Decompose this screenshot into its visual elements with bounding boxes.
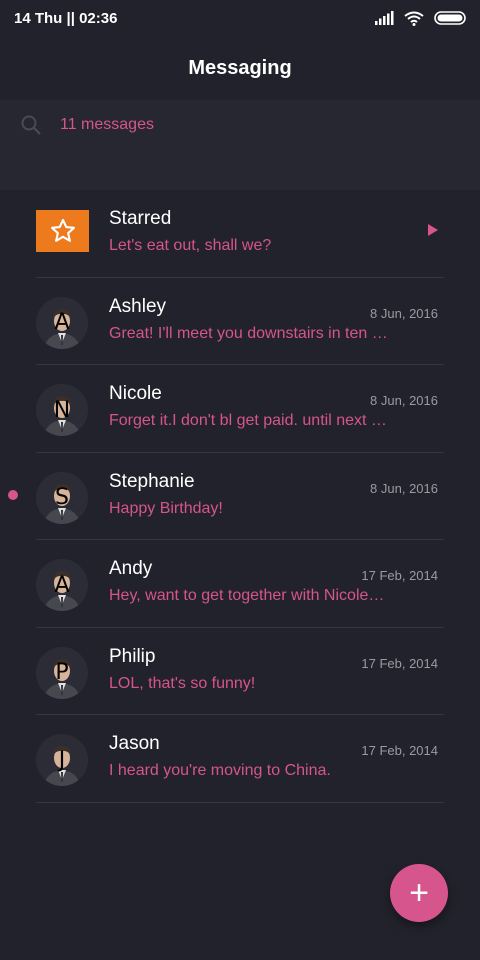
message-date: 8 Jun, 2016 <box>370 480 438 496</box>
conversation-row[interactable]: J Jason 17 Feb, 2014 I heard you're movi… <box>36 715 444 803</box>
status-time: 14 Thu || 02:36 <box>14 9 118 27</box>
starred-badge <box>36 210 89 252</box>
contact-name: Andy <box>109 558 153 579</box>
avatar-initial: P <box>55 660 69 685</box>
search-area[interactable]: 11 messages <box>0 100 480 190</box>
contact-name: Nicole <box>109 383 162 404</box>
page-title: Messaging <box>188 56 292 79</box>
conversation-row[interactable]: N Nicole 8 Jun, 2016 Forget it.I don't b… <box>36 365 444 453</box>
signal-icon <box>375 11 394 25</box>
new-message-button[interactable]: + <box>390 864 448 922</box>
conversation-row[interactable]: S Stephanie 8 Jun, 2016 Happy Birthday! <box>8 453 444 540</box>
search-icon[interactable] <box>20 114 42 136</box>
app-bar: Messaging <box>0 36 480 100</box>
message-preview: LOL, that's so funny! <box>109 674 256 692</box>
status-bar: 14 Thu || 02:36 <box>0 0 480 36</box>
avatar: P <box>36 646 88 699</box>
message-count: 11 messages <box>60 116 154 133</box>
message-date: 8 Jun, 2016 <box>370 393 438 408</box>
message-date: 17 Feb, 2014 <box>361 568 438 583</box>
starred-title: Starred <box>109 208 172 229</box>
message-preview: Forget it.I don't bl get paid. until nex… <box>109 412 387 429</box>
avatar: S <box>36 471 88 524</box>
message-date: 17 Feb, 2014 <box>361 743 438 758</box>
unread-indicator <box>8 489 18 500</box>
avatar: J <box>36 734 88 786</box>
message-date: 8 Jun, 2016 <box>370 305 438 321</box>
avatar: A <box>36 559 88 611</box>
conversation-list: Starred Let's eat out, shall we? A Ashle… <box>0 190 480 803</box>
plus-icon: + <box>409 873 429 912</box>
avatar: A <box>36 296 88 349</box>
message-preview: Hey, want to get together with Nicole… <box>109 587 385 604</box>
starred-preview: Let's eat out, shall we? <box>109 237 272 254</box>
avatar-initial: S <box>55 485 69 510</box>
contact-name: Ashley <box>109 295 167 317</box>
avatar-initial: A <box>54 572 70 598</box>
contact-name: Philip <box>109 645 156 667</box>
conversation-row[interactable]: A Andy 17 Feb, 2014 Hey, want to get tog… <box>36 540 444 628</box>
message-preview: Great! I'll meet you downstairs in ten … <box>109 324 388 342</box>
message-date: 17 Feb, 2014 <box>361 655 438 671</box>
contact-name: Stephanie <box>109 470 195 492</box>
avatar: N <box>36 384 88 436</box>
conversation-row[interactable]: A Ashley 8 Jun, 2016 Great! I'll meet yo… <box>36 278 444 365</box>
contact-name: Jason <box>109 733 160 754</box>
avatar-initial: N <box>53 397 71 423</box>
status-icons <box>374 11 466 26</box>
message-preview: Happy Birthday! <box>109 499 223 517</box>
message-preview: I heard you're moving to China. <box>109 762 331 779</box>
star-icon <box>50 218 75 242</box>
avatar-initial: J <box>58 747 66 773</box>
conversation-row[interactable]: P Philip 17 Feb, 2014 LOL, that's so fun… <box>36 628 444 715</box>
search-bar[interactable]: 11 messages <box>20 114 154 136</box>
battery-icon <box>434 11 466 25</box>
starred-row[interactable]: Starred Let's eat out, shall we? <box>36 190 444 278</box>
wifi-icon <box>404 11 424 26</box>
avatar-initial: A <box>54 310 70 335</box>
chevron-right-icon[interactable] <box>428 224 438 236</box>
